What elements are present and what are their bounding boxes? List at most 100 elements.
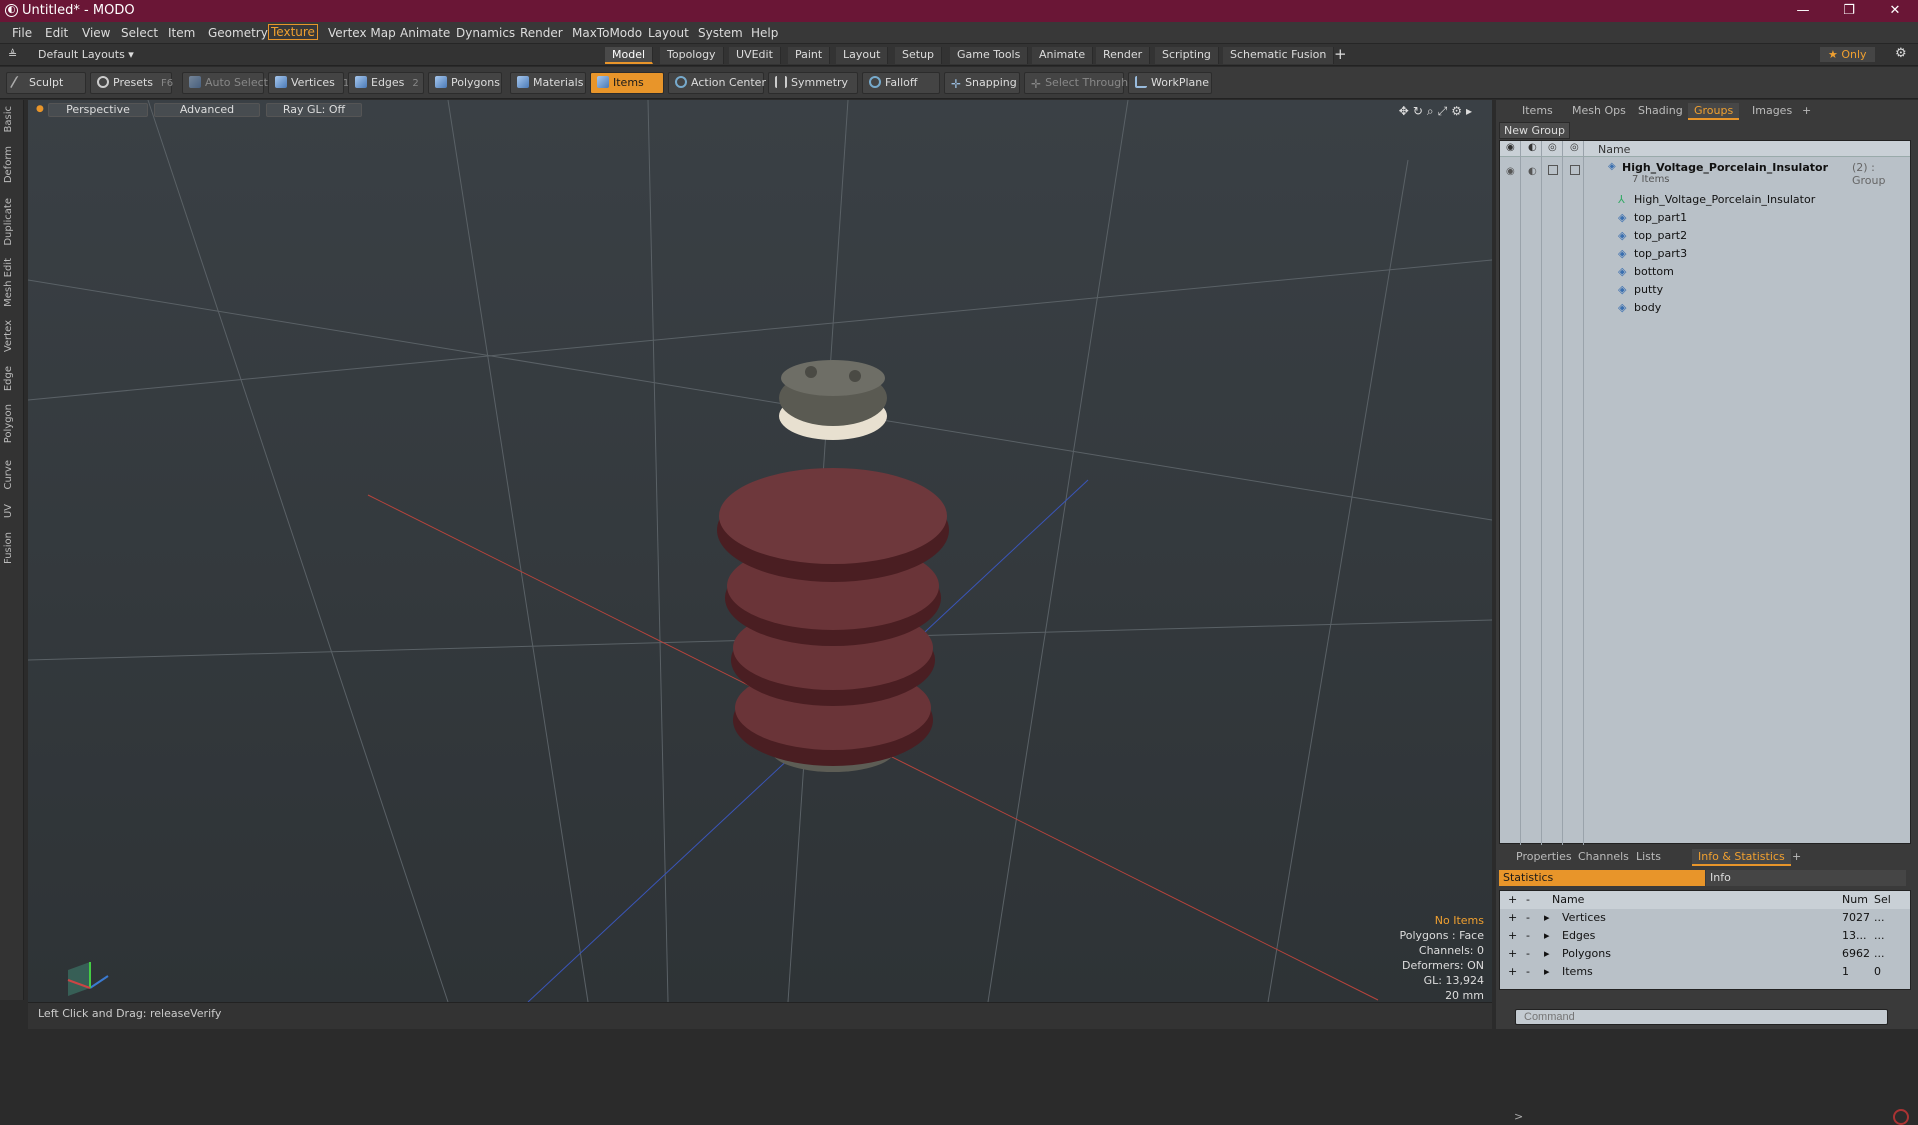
vertices-button[interactable]: Vertices 1: [268, 72, 349, 94]
tab-topology[interactable]: Topology: [660, 47, 724, 64]
select-through-button[interactable]: ✛ Select Through: [1024, 72, 1128, 94]
raygl-toggle[interactable]: Ray GL: Off: [266, 103, 362, 117]
stats-row-polygons[interactable]: + - ▸ Polygons 6962...: [1500, 945, 1910, 963]
presets-button[interactable]: Presets F6: [90, 72, 173, 94]
symmetry-button[interactable]: Symmetry: [768, 72, 858, 94]
tree-item-top-part1[interactable]: ◈ top_part1: [1500, 209, 1910, 227]
group-select-checkbox[interactable]: [1570, 165, 1580, 175]
menu-geometry[interactable]: Geometry: [208, 26, 268, 40]
statistics-tab[interactable]: Statistics: [1499, 870, 1705, 886]
action-center-button[interactable]: Action Center: [668, 72, 766, 94]
tab-uvedit[interactable]: UVEdit: [729, 47, 781, 64]
menu-render[interactable]: Render: [520, 26, 563, 40]
tree-item-bottom[interactable]: ◈ bottom: [1500, 263, 1910, 281]
tab-properties[interactable]: Properties: [1510, 849, 1578, 864]
left-tab-duplicate[interactable]: Duplicate: [3, 198, 14, 246]
tab-mesh-ops[interactable]: Mesh Ops: [1566, 103, 1632, 118]
menu-select[interactable]: Select: [121, 26, 158, 40]
stats-row-vertices[interactable]: + - ▸ Vertices 7027...: [1500, 909, 1910, 927]
left-tab-polygon[interactable]: Polygon: [3, 404, 14, 443]
stats-row-num: 7027: [1842, 911, 1870, 924]
tab-setup[interactable]: Setup: [895, 47, 943, 64]
polygons-button[interactable]: Polygons: [428, 72, 502, 94]
tree-item-top-part2[interactable]: ◈ top_part2: [1500, 227, 1910, 245]
tab-layout[interactable]: Layout: [836, 47, 889, 64]
tab-items[interactable]: Items: [1516, 103, 1559, 118]
expand-all-button[interactable]: +: [1508, 893, 1517, 906]
add-panel-tab-button[interactable]: +: [1796, 103, 1817, 118]
workplane-button[interactable]: WorkPlane: [1128, 72, 1212, 94]
tab-images[interactable]: Images: [1746, 103, 1798, 118]
tab-scripting[interactable]: Scripting: [1155, 47, 1219, 64]
items-button[interactable]: Items: [590, 72, 664, 94]
left-tab-curve[interactable]: Curve: [3, 460, 14, 490]
menu-texture[interactable]: Texture: [268, 24, 318, 40]
close-button[interactable]: ✕: [1872, 0, 1918, 22]
menu-maxtomodo[interactable]: MaxToModo: [572, 26, 642, 40]
materials-button[interactable]: Materials: [510, 72, 586, 94]
tab-info-statistics[interactable]: Info & Statistics: [1692, 849, 1791, 866]
info-tab[interactable]: Info: [1706, 870, 1906, 886]
snapping-button[interactable]: ✛ Snapping: [944, 72, 1020, 94]
menu-system[interactable]: System: [698, 26, 743, 40]
falloff-button[interactable]: Falloff: [862, 72, 940, 94]
menu-view[interactable]: View: [82, 26, 110, 40]
tab-groups[interactable]: Groups: [1688, 103, 1740, 120]
new-group-button[interactable]: New Group: [1499, 122, 1570, 139]
menu-item[interactable]: Item: [168, 26, 195, 40]
left-tab-uv[interactable]: UV: [3, 504, 14, 518]
left-tab-basic[interactable]: Basic: [3, 106, 14, 132]
3d-viewport[interactable]: ✥↻⌕⤢⚙▸ No Items Polygons : Face Channels…: [28, 100, 1492, 1002]
insulator-bolt-2: [849, 370, 861, 382]
command-input[interactable]: [1515, 1009, 1888, 1025]
viewport-menu-icon[interactable]: ●: [36, 104, 44, 114]
left-tab-deform[interactable]: Deform: [3, 146, 14, 183]
left-tab-vertex[interactable]: Vertex: [3, 320, 14, 352]
menu-help[interactable]: Help: [751, 26, 778, 40]
tab-schematic-fusion[interactable]: Schematic Fusion: [1223, 47, 1335, 64]
tree-item-locator[interactable]: ⅄ High_Voltage_Porcelain_Insulator: [1500, 191, 1910, 209]
record-macro-icon[interactable]: [1893, 1109, 1909, 1125]
tab-animate[interactable]: Animate: [1032, 47, 1094, 64]
group-visibility-icon[interactable]: ◉: [1506, 166, 1515, 177]
insulator-model[interactable]: [717, 300, 949, 772]
menu-vertex-map[interactable]: Vertex Map: [328, 26, 396, 40]
tab-game-tools[interactable]: Game Tools: [950, 47, 1029, 64]
default-layouts-dropdown[interactable]: Default Layouts ▾: [38, 48, 134, 61]
shading-dropdown[interactable]: Advanced: [154, 103, 260, 117]
left-tab-fusion[interactable]: Fusion: [3, 532, 14, 564]
menu-dynamics[interactable]: Dynamics: [456, 26, 515, 40]
left-tab-mesh-edit[interactable]: Mesh Edit: [3, 258, 14, 307]
minimize-button[interactable]: —: [1780, 0, 1826, 22]
menu-file[interactable]: File: [12, 26, 32, 40]
tab-model[interactable]: Model: [605, 47, 654, 64]
tree-item-putty[interactable]: ◈ putty: [1500, 281, 1910, 299]
add-layout-tab-button[interactable]: +: [1334, 45, 1347, 63]
stats-row-items[interactable]: + - ▸ Items 1 0: [1500, 963, 1910, 981]
menu-layout[interactable]: Layout: [648, 26, 689, 40]
group-lock-icon[interactable]: ◐: [1528, 166, 1537, 177]
menu-edit[interactable]: Edit: [45, 26, 68, 40]
maximize-button[interactable]: ❐: [1826, 0, 1872, 22]
tree-item-top-part3[interactable]: ◈ top_part3: [1500, 245, 1910, 263]
sculpt-button[interactable]: Sculpt: [6, 72, 86, 94]
edges-button[interactable]: Edges 2: [348, 72, 424, 94]
collapse-all-button[interactable]: -: [1526, 893, 1530, 906]
stats-row-edges[interactable]: + - ▸ Edges 13......: [1500, 927, 1910, 945]
tab-paint[interactable]: Paint: [788, 47, 831, 64]
tab-shading[interactable]: Shading: [1632, 103, 1689, 118]
auto-select-button[interactable]: Auto Select: [182, 72, 268, 94]
left-tab-edge[interactable]: Edge: [3, 366, 14, 391]
view-type-dropdown[interactable]: Perspective: [48, 103, 148, 117]
layout-collapse-icon[interactable]: ≜: [8, 48, 17, 61]
add-bottom-tab-button[interactable]: +: [1786, 849, 1807, 864]
menu-animate[interactable]: Animate: [400, 26, 450, 40]
group-render-checkbox[interactable]: [1548, 165, 1558, 175]
gear-icon[interactable]: ⚙: [1895, 46, 1907, 61]
tree-item-body[interactable]: ◈ body: [1500, 299, 1910, 317]
tab-render[interactable]: Render: [1096, 47, 1151, 64]
tab-lists[interactable]: Lists: [1630, 849, 1667, 864]
group-row[interactable]: ◉ ◐ ◈ High_Voltage_Porcelain_Insulator (…: [1500, 159, 1910, 189]
tab-channels[interactable]: Channels: [1572, 849, 1635, 864]
only-toggle[interactable]: ★ Only: [1820, 47, 1875, 62]
